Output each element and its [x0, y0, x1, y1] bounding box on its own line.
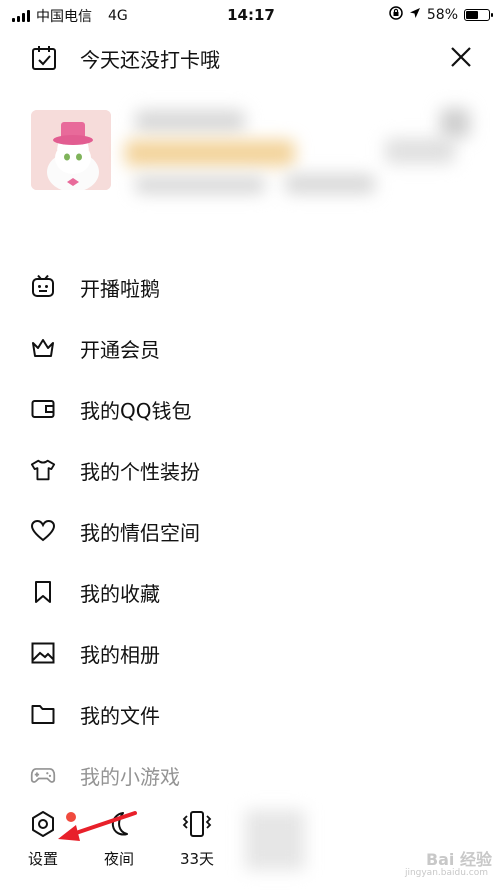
menu-item-label: 我的情侣空间 [80, 520, 200, 545]
menu-item-files[interactable]: 我的文件 [0, 689, 502, 739]
menu-item-label: 我的文件 [80, 703, 160, 728]
battery-percent: 58% [426, 7, 458, 23]
bookmark-icon [30, 579, 56, 605]
menu-item-label: 我的QQ钱包 [80, 398, 192, 423]
menu-item-label: 开播啦鹅 [80, 276, 160, 301]
avatar[interactable] [31, 110, 111, 190]
menu-item-label: 我的小游戏 [80, 764, 180, 789]
menu-item-dressup[interactable]: 我的个性装扮 [0, 445, 502, 495]
menu-item-favorites[interactable]: 我的收藏 [0, 567, 502, 617]
menu-item-live[interactable]: 开播啦鹅 [0, 262, 502, 312]
wallet-icon [30, 396, 56, 422]
night-label: 夜间 [103, 850, 134, 868]
menu-item-label: 我的相册 [80, 642, 160, 667]
profile-card[interactable] [0, 98, 502, 218]
live-broadcast-icon [30, 274, 56, 300]
rotation-lock-icon [389, 6, 403, 24]
menu-item-label: 我的收藏 [80, 581, 160, 606]
drawer-header: 今天还没打卡哦 [0, 38, 502, 78]
menu-item-mini-games[interactable]: 我的小游戏 [0, 750, 502, 800]
checkin-status-text[interactable]: 今天还没打卡哦 [80, 44, 220, 73]
settings-label: 设置 [27, 850, 58, 868]
location-icon [409, 7, 421, 23]
folder-icon [30, 701, 56, 727]
crown-icon [30, 335, 56, 361]
photo-album-icon [30, 640, 56, 666]
menu-item-label: 我的个性装扮 [80, 459, 200, 484]
menu-item-couple-space[interactable]: 我的情侣空间 [0, 506, 502, 556]
status-bar: 中国电信 4G 14:17 58% [0, 0, 502, 32]
menu-item-label: 开通会员 [80, 337, 160, 362]
status-right: 58% [389, 6, 493, 24]
annotation-arrow [50, 805, 140, 849]
calendar-check-icon[interactable] [30, 44, 58, 76]
menu-item-album[interactable]: 我的相册 [0, 628, 502, 678]
menu-item-wallet[interactable]: 我的QQ钱包 [0, 384, 502, 434]
watermark-url: jingyan.baidu.com [404, 868, 488, 878]
battery-icon [464, 9, 493, 21]
blurred-profile-info [125, 98, 485, 218]
days-button[interactable]: 33天 [162, 808, 232, 869]
menu-item-vip[interactable]: 开通会员 [0, 323, 502, 373]
tshirt-icon [30, 457, 56, 483]
close-icon[interactable] [448, 44, 474, 74]
heart-icon [30, 518, 56, 544]
days-label: 33天 [179, 850, 215, 868]
watermark-brand: Bai 经验 [425, 850, 492, 869]
gamepad-icon [30, 762, 56, 788]
blurred-area [245, 810, 305, 870]
phone-vibrate-icon [162, 808, 232, 840]
